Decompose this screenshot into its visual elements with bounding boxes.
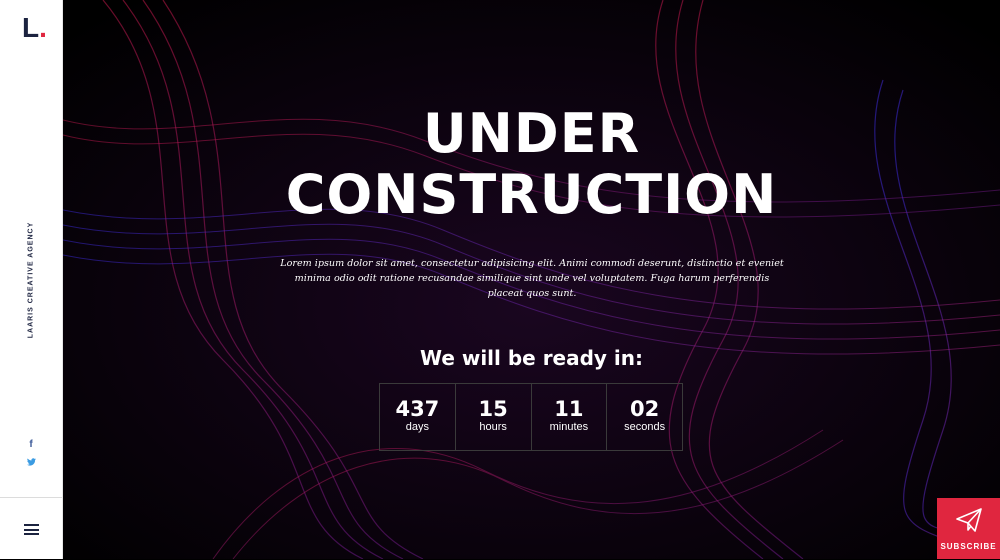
logo[interactable]: L. — [22, 14, 47, 42]
countdown-value: 437 — [395, 397, 440, 421]
subscribe-label: SUBSCRIBE — [940, 542, 997, 551]
facebook-icon[interactable]: f — [0, 439, 62, 450]
title-line-2: CONSTRUCTION — [285, 163, 778, 226]
sidebar: L. Laaris Creative Agency f — [0, 0, 63, 559]
title-line-1: UNDER — [422, 102, 641, 165]
subscribe-button[interactable]: SUBSCRIBE — [937, 498, 1000, 559]
lead-text: Lorem ipsum dolor sit amet, consectetur … — [280, 258, 784, 299]
countdown-hours: 15 hours — [456, 384, 532, 450]
countdown-unit: minutes — [549, 421, 589, 433]
agency-label: Laaris Creative Agency — [27, 221, 35, 339]
hamburger-menu-icon[interactable] — [24, 524, 39, 535]
countdown-value: 15 — [478, 397, 508, 421]
menu-button[interactable] — [0, 497, 62, 560]
countdown-unit: days — [405, 421, 429, 433]
countdown-seconds: 02 seconds — [607, 384, 682, 450]
countdown-unit: hours — [479, 421, 507, 433]
countdown-days: 437 days — [380, 384, 456, 450]
countdown: 437 days 15 hours 11 minutes 02 seconds — [379, 383, 683, 451]
logo-letter: L — [22, 12, 40, 43]
logo-dot: . — [39, 12, 47, 43]
twitter-icon[interactable] — [0, 458, 62, 469]
countdown-minutes: 11 minutes — [532, 384, 608, 450]
countdown-value: 11 — [554, 397, 584, 421]
ready-heading: We will be ready in: — [419, 346, 644, 370]
countdown-unit: seconds — [624, 421, 666, 433]
paper-plane-icon — [956, 508, 982, 532]
countdown-value: 02 — [630, 397, 660, 421]
